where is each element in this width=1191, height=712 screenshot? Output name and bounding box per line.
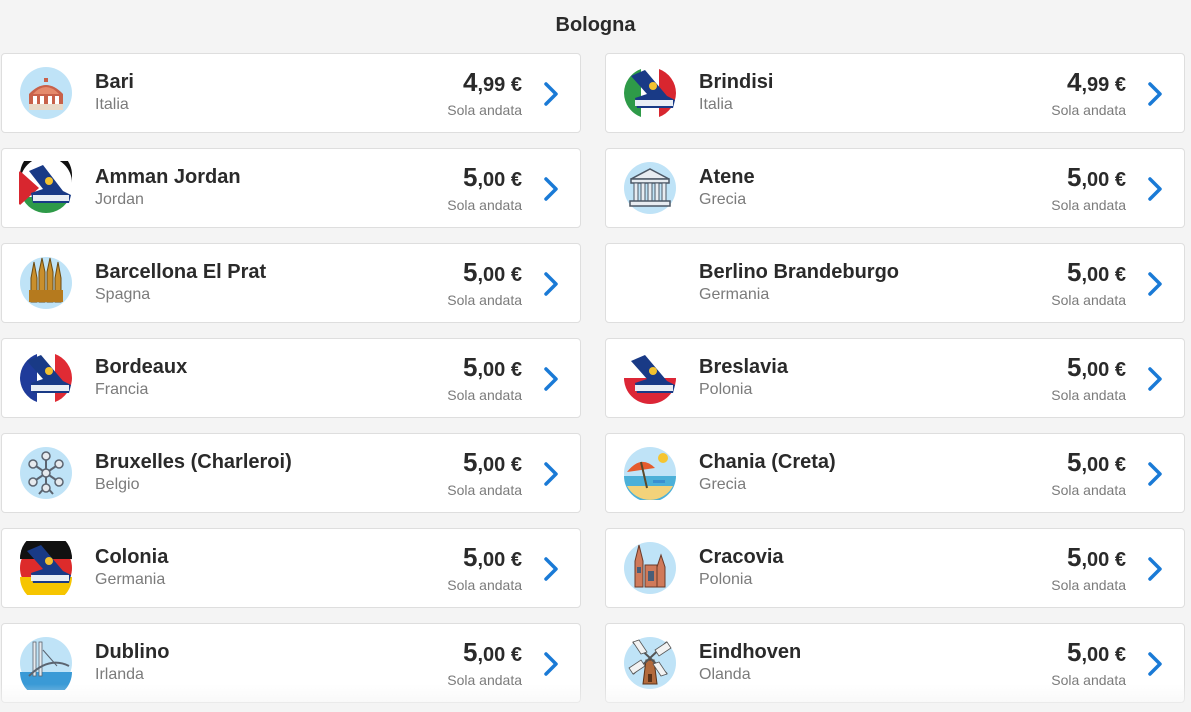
price: 5,00 € xyxy=(1067,542,1126,572)
price: 5,00 € xyxy=(463,352,522,382)
one-way-label: Sola andata xyxy=(447,482,522,498)
one-way-label: Sola andata xyxy=(447,577,522,593)
destination-card[interactable]: Eindhoven Olanda 5,00 € Sola andata xyxy=(605,623,1185,703)
price-block: 5,00 € Sola andata xyxy=(1051,638,1126,689)
price-block: 5,00 € Sola andata xyxy=(1051,448,1126,499)
price: 5,00 € xyxy=(463,162,522,192)
chevron-right-icon[interactable] xyxy=(542,366,560,392)
one-way-label: Sola andata xyxy=(447,387,522,403)
destination-card[interactable]: Amman Jordan Jordan 5,00 € Sola andata xyxy=(1,148,581,228)
dublin-bridge-icon xyxy=(19,636,73,690)
price: 5,00 € xyxy=(463,257,522,287)
price-block: 5,00 € Sola andata xyxy=(447,353,522,404)
price: 5,00 € xyxy=(1067,447,1126,477)
price: 5,00 € xyxy=(1067,352,1126,382)
ryanair-jordan-flag-icon xyxy=(19,161,73,215)
windmill-icon xyxy=(623,636,677,690)
destination-card[interactable]: Brindisi Italia 4,99 € Sola andata xyxy=(605,53,1185,133)
chevron-right-icon[interactable] xyxy=(1146,81,1164,107)
price: 5,00 € xyxy=(463,637,522,667)
destination-card[interactable]: Berlino Brandeburgo Germania 5,00 € Sola… xyxy=(605,243,1185,323)
ryanair-poland-flag-icon xyxy=(623,351,677,405)
price: 5,00 € xyxy=(463,447,522,477)
destination-card[interactable]: Bruxelles (Charleroi) Belgio 5,00 € Sola… xyxy=(1,433,581,513)
chevron-right-icon[interactable] xyxy=(542,461,560,487)
destination-grid: Bari Italia 4,99 € Sola andata Brindisi … xyxy=(1,53,1185,703)
price-block: 5,00 € Sola andata xyxy=(447,163,522,214)
one-way-label: Sola andata xyxy=(1051,672,1126,688)
sagrada-familia-icon xyxy=(19,256,73,310)
chevron-right-icon[interactable] xyxy=(542,556,560,582)
one-way-label: Sola andata xyxy=(1051,482,1126,498)
price-block: 5,00 € Sola andata xyxy=(447,543,522,594)
price-block: 4,99 € Sola andata xyxy=(1051,68,1126,119)
ryanair-germany-flag-icon xyxy=(19,541,73,595)
chevron-right-icon[interactable] xyxy=(1146,556,1164,582)
destination-card[interactable]: Atene Grecia 5,00 € Sola andata xyxy=(605,148,1185,228)
atomium-icon xyxy=(19,446,73,500)
chevron-right-icon[interactable] xyxy=(1146,651,1164,677)
chevron-right-icon[interactable] xyxy=(542,651,560,677)
bari-landmark-icon xyxy=(19,66,73,120)
destination-card[interactable]: Colonia Germania 5,00 € Sola andata xyxy=(1,528,581,608)
one-way-label: Sola andata xyxy=(447,102,522,118)
destination-card[interactable]: Barcellona El Prat Spagna 5,00 € Sola an… xyxy=(1,243,581,323)
price: 5,00 € xyxy=(1067,637,1126,667)
ryanair-italy-flag-icon xyxy=(623,66,677,120)
destination-card[interactable]: Cracovia Polonia 5,00 € Sola andata xyxy=(605,528,1185,608)
destination-card[interactable]: Chania (Creta) Grecia 5,00 € Sola andata xyxy=(605,433,1185,513)
chevron-right-icon[interactable] xyxy=(1146,271,1164,297)
krakow-church-icon xyxy=(623,541,677,595)
parthenon-icon xyxy=(623,161,677,215)
price: 4,99 € xyxy=(1067,67,1126,97)
one-way-label: Sola andata xyxy=(1051,387,1126,403)
one-way-label: Sola andata xyxy=(447,292,522,308)
chevron-right-icon[interactable] xyxy=(542,81,560,107)
price: 5,00 € xyxy=(1067,257,1126,287)
destination-card[interactable]: Breslavia Polonia 5,00 € Sola andata xyxy=(605,338,1185,418)
price: 5,00 € xyxy=(463,542,522,572)
chevron-right-icon[interactable] xyxy=(1146,461,1164,487)
price-block: 5,00 € Sola andata xyxy=(1051,163,1126,214)
one-way-label: Sola andata xyxy=(447,197,522,213)
price-block: 5,00 € Sola andata xyxy=(1051,258,1126,309)
price: 4,99 € xyxy=(463,67,522,97)
ryanair-france-flag-icon xyxy=(19,351,73,405)
destination-card[interactable]: Bari Italia 4,99 € Sola andata xyxy=(1,53,581,133)
beach-umbrella-icon xyxy=(623,446,677,500)
one-way-label: Sola andata xyxy=(1051,577,1126,593)
empty-icon-slot xyxy=(623,256,677,310)
price: 5,00 € xyxy=(1067,162,1126,192)
one-way-label: Sola andata xyxy=(1051,292,1126,308)
price-block: 5,00 € Sola andata xyxy=(447,638,522,689)
one-way-label: Sola andata xyxy=(1051,102,1126,118)
destination-card[interactable]: Bordeaux Francia 5,00 € Sola andata xyxy=(1,338,581,418)
chevron-right-icon[interactable] xyxy=(1146,176,1164,202)
one-way-label: Sola andata xyxy=(447,672,522,688)
destination-card[interactable]: Dublino Irlanda 5,00 € Sola andata xyxy=(1,623,581,703)
price-block: 5,00 € Sola andata xyxy=(1051,543,1126,594)
price-block: 5,00 € Sola andata xyxy=(447,258,522,309)
page-title: Bologna xyxy=(555,13,636,36)
one-way-label: Sola andata xyxy=(1051,197,1126,213)
chevron-right-icon[interactable] xyxy=(1146,366,1164,392)
price-block: 4,99 € Sola andata xyxy=(447,68,522,119)
price-block: 5,00 € Sola andata xyxy=(447,448,522,499)
price-block: 5,00 € Sola andata xyxy=(1051,353,1126,404)
chevron-right-icon[interactable] xyxy=(542,176,560,202)
chevron-right-icon[interactable] xyxy=(542,271,560,297)
